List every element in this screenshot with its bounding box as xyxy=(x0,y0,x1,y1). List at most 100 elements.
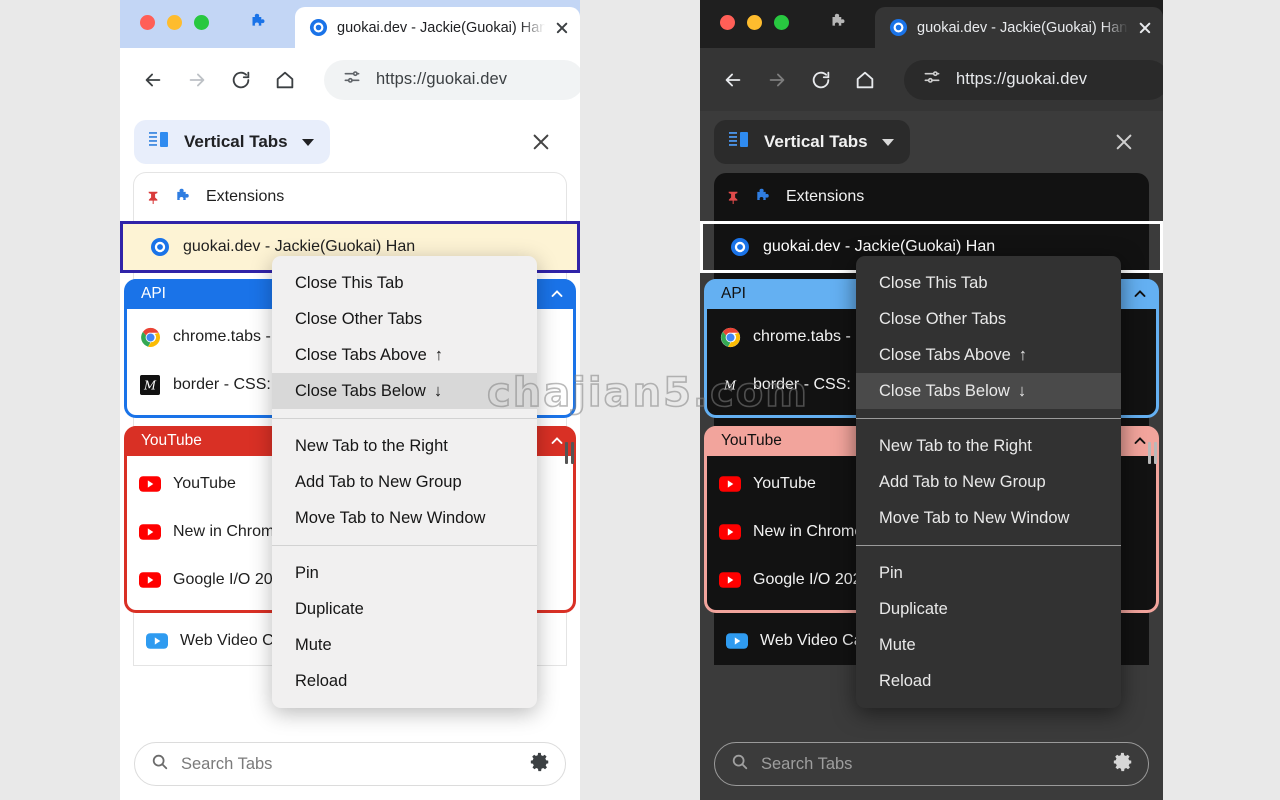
site-settings-icon[interactable] xyxy=(342,67,362,92)
minimize-window-button[interactable] xyxy=(747,15,762,30)
svg-text:M: M xyxy=(143,379,157,393)
panel-title: Vertical Tabs xyxy=(184,132,288,151)
reload-icon[interactable] xyxy=(230,67,252,93)
context-menu-dark[interactable]: Close This Tab Close Other Tabs Close Ta… xyxy=(856,256,1121,708)
menu-item-mute[interactable]: Mute xyxy=(856,627,1121,663)
menu-item-close-tabs-above[interactable]: Close Tabs Above ↑ xyxy=(272,337,537,373)
address-bar-url: https://guokai.dev xyxy=(376,70,508,88)
home-icon[interactable] xyxy=(854,67,876,93)
puzzle-piece-icon[interactable] xyxy=(248,12,270,34)
menu-item-close-tabs-below[interactable]: Close Tabs Below ↓ xyxy=(856,373,1121,409)
site-settings-icon[interactable] xyxy=(922,67,942,92)
search-tabs-box[interactable]: Search Tabs xyxy=(134,742,566,786)
guokai-favicon xyxy=(889,18,908,37)
youtube-icon xyxy=(719,473,741,495)
browser-tab[interactable]: guokai.dev - Jackie(Guokai) Han xyxy=(875,7,1163,48)
screenshot-stage: guokai.dev - Jackie(Guokai) Han https://… xyxy=(0,0,1280,800)
search-icon xyxy=(731,753,749,776)
panel-close-button[interactable] xyxy=(528,129,554,155)
menu-item-new-tab-to-the-right[interactable]: New Tab to the Right xyxy=(856,428,1121,464)
menu-item-add-tab-to-new-group[interactable]: Add Tab to New Group xyxy=(272,464,537,500)
youtube-icon xyxy=(139,473,161,495)
back-arrow-icon[interactable] xyxy=(142,67,164,93)
home-icon[interactable] xyxy=(274,67,296,93)
menu-item-move-tab-to-new-window[interactable]: Move Tab to New Window xyxy=(272,500,537,536)
tab-row-label: Google I/O 2023 xyxy=(753,571,871,588)
menu-item-move-tab-to-new-window[interactable]: Move Tab to New Window xyxy=(856,500,1121,536)
address-bar[interactable]: https://guokai.dev xyxy=(324,59,580,100)
context-menu-light[interactable]: Close This Tab Close Other Tabs Close Ta… xyxy=(272,256,537,708)
menu-item-reload[interactable]: Reload xyxy=(856,663,1121,699)
menu-item-close-this-tab[interactable]: Close This Tab xyxy=(272,265,537,301)
menu-item-add-tab-to-new-group[interactable]: Add Tab to New Group xyxy=(856,464,1121,500)
menu-item-label: Add Tab to New Group xyxy=(295,472,462,491)
browser-tab[interactable]: guokai.dev - Jackie(Guokai) Han xyxy=(295,7,580,48)
youtube-icon xyxy=(719,521,741,543)
panel-close-button[interactable] xyxy=(1111,129,1137,155)
menu-item-label: Close Tabs Below xyxy=(879,381,1010,400)
search-tabs-box[interactable]: Search Tabs xyxy=(714,742,1149,786)
resize-grip-icon[interactable] xyxy=(560,440,578,466)
chevron-up-icon[interactable] xyxy=(549,286,565,302)
menu-item-label: Duplicate xyxy=(295,599,364,618)
minimize-window-button[interactable] xyxy=(167,15,182,30)
menu-item-pin[interactable]: Pin xyxy=(272,555,537,591)
vertical-tabs-icon xyxy=(728,129,750,156)
traffic-lights[interactable] xyxy=(720,15,789,30)
puzzle-piece-icon[interactable] xyxy=(828,12,850,34)
search-tabs-placeholder: Search Tabs xyxy=(181,754,273,773)
close-window-button[interactable] xyxy=(140,15,155,30)
menu-item-reload[interactable]: Reload xyxy=(272,663,537,699)
menu-item-label: Close Other Tabs xyxy=(879,309,1007,328)
menu-item-close-other-tabs[interactable]: Close Other Tabs xyxy=(856,301,1121,337)
pin-icon xyxy=(146,189,160,205)
guokai-favicon xyxy=(309,18,328,37)
arrow-down-icon: ↓ xyxy=(1017,381,1027,400)
panel-title-dropdown[interactable]: Vertical Tabs xyxy=(714,120,910,164)
menu-item-new-tab-to-the-right[interactable]: New Tab to the Right xyxy=(272,428,537,464)
menu-item-label: New Tab to the Right xyxy=(879,436,1032,455)
gear-icon[interactable] xyxy=(529,751,551,778)
tab-group-name: API xyxy=(141,285,166,302)
menu-item-label: Reload xyxy=(879,671,932,690)
menu-item-duplicate[interactable]: Duplicate xyxy=(856,591,1121,627)
tab-group-name: YouTube xyxy=(141,432,202,449)
menu-item-close-other-tabs[interactable]: Close Other Tabs xyxy=(272,301,537,337)
forward-arrow-icon[interactable] xyxy=(766,67,788,93)
back-arrow-icon[interactable] xyxy=(722,67,744,93)
close-window-button[interactable] xyxy=(720,15,735,30)
reload-icon[interactable] xyxy=(810,67,832,93)
menu-item-duplicate[interactable]: Duplicate xyxy=(272,591,537,627)
gear-icon[interactable] xyxy=(1112,751,1134,778)
menu-item-label: Close Tabs Above xyxy=(879,345,1011,364)
youtube-icon xyxy=(139,521,161,543)
maximize-window-button[interactable] xyxy=(774,15,789,30)
panel-title-dropdown[interactable]: Vertical Tabs xyxy=(134,120,330,164)
close-icon[interactable] xyxy=(1137,20,1153,36)
panel-header: Vertical Tabs xyxy=(714,111,1149,173)
web-video-icon xyxy=(146,630,168,652)
menu-item-label: Close This Tab xyxy=(879,273,988,292)
maximize-window-button[interactable] xyxy=(194,15,209,30)
tab-row-label: YouTube xyxy=(753,475,816,492)
menu-item-label: Close Other Tabs xyxy=(295,309,423,328)
chevron-down-icon[interactable] xyxy=(881,138,894,146)
svg-text:M: M xyxy=(723,379,737,393)
resize-grip-icon[interactable] xyxy=(1143,440,1161,466)
pinned-row-extensions[interactable]: Extensions xyxy=(714,173,1149,221)
chevron-up-icon[interactable] xyxy=(1132,286,1148,302)
menu-item-close-tabs-below[interactable]: Close Tabs Below ↓ xyxy=(272,373,537,409)
arrow-up-icon: ↑ xyxy=(1018,345,1028,364)
menu-item-close-tabs-above[interactable]: Close Tabs Above ↑ xyxy=(856,337,1121,373)
menu-item-mute[interactable]: Mute xyxy=(272,627,537,663)
pinned-row-label: Extensions xyxy=(206,188,285,205)
traffic-lights[interactable] xyxy=(140,15,209,30)
pinned-row-extensions[interactable]: Extensions xyxy=(134,173,566,221)
menu-item-label: Pin xyxy=(879,563,903,582)
forward-arrow-icon[interactable] xyxy=(186,67,208,93)
close-icon[interactable] xyxy=(554,20,570,36)
address-bar[interactable]: https://guokai.dev xyxy=(904,59,1163,100)
menu-item-close-this-tab[interactable]: Close This Tab xyxy=(856,265,1121,301)
menu-item-pin[interactable]: Pin xyxy=(856,555,1121,591)
chevron-down-icon[interactable] xyxy=(301,138,314,146)
